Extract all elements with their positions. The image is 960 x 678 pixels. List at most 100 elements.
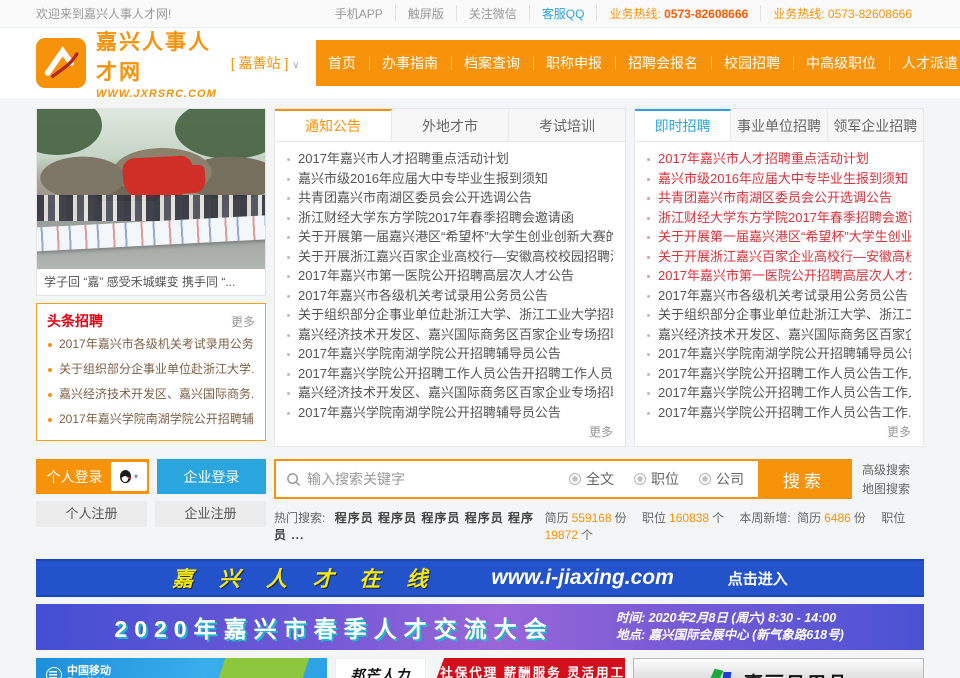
nav-item-archive-query[interactable]: 档案查询	[451, 56, 533, 70]
topbar-link-mobile-app[interactable]: 手机APP	[323, 5, 395, 22]
tab-instant-recruit[interactable]: 即时招聘	[635, 109, 731, 141]
topbar: 欢迎来到嘉兴人事人才网! 手机APP 触屏版 关注微信 客服QQ 业务热线: 0…	[0, 0, 960, 28]
headline-item[interactable]: 关于组织部分企事业单位赴浙江大学...	[47, 357, 255, 382]
notice-item[interactable]: 关于开展浙江嘉兴百家企业高校行—安徽高校校园招聘活动的通...	[287, 247, 613, 267]
site-name: 嘉兴人事人才网	[96, 26, 217, 86]
job-item[interactable]: 2017年嘉兴市各级机关考试录用公务员公告	[647, 286, 911, 306]
notice-item[interactable]: 嘉兴市级2016年应届大中专毕业生报到须知	[287, 169, 613, 189]
map-search-link[interactable]: 地图搜索	[862, 480, 924, 499]
headline-item[interactable]: 2017年嘉兴学院南湖学院公开招聘辅...	[47, 407, 255, 432]
main-nav: 首页 办事指南 档案查询 职称申报 招聘会报名 校园招聘 中高级职位 人才派遣 …	[316, 40, 960, 86]
job-item[interactable]: 2017年嘉兴学院公开招聘工作人员公告工作人员...	[647, 364, 911, 384]
notice-item[interactable]: 2017年嘉兴学院公开招聘工作人员公告开招聘工作人员公告开...	[287, 364, 613, 384]
banner-spring-jobfair[interactable]: 2020年嘉兴市春季人才交流大会 时间: 2020年2月8日 (周六) 8:30…	[36, 604, 924, 650]
ad-jialy[interactable]: JALY 嘉丽日用品	[633, 658, 924, 678]
ad-green-band	[189, 658, 312, 678]
site-url: WWW.JXRSRC.COM	[96, 88, 217, 100]
login-block: 个人登录 ▾ 企业登录 个人注册 企业注册	[36, 459, 266, 527]
enterprise-register-button[interactable]: 企业注册	[155, 501, 266, 527]
nav-item-dispatch[interactable]: 人才派遣	[889, 56, 960, 70]
job-item[interactable]: 共青团嘉兴市南湖区委员会公开选调公告	[647, 188, 911, 208]
advanced-search-link[interactable]: 高级搜索	[862, 461, 924, 480]
notice-item[interactable]: 关于开展第一届嘉兴港区“希望杯”大学生创业创新大赛的通知	[287, 227, 613, 247]
news-photo[interactable]	[37, 109, 265, 269]
jobs-card: 即时招聘 事业单位招聘 领军企业招聘 2017年嘉兴市人才招聘重点活动计划 嘉兴…	[634, 108, 924, 447]
search-button[interactable]: 搜索	[758, 461, 850, 497]
radio-company[interactable]: 公司	[699, 469, 744, 489]
topbar-link-touch-version[interactable]: 触屏版	[395, 5, 456, 22]
tab-exam-training[interactable]: 考试培训	[509, 109, 625, 141]
logo-figure-icon	[41, 43, 81, 83]
notice-item[interactable]: 2017年嘉兴学院南湖学院公开招聘辅导员公告	[287, 403, 613, 423]
notice-item[interactable]: 关于组织部分企事业单位赴浙江大学、浙江工业大学招聘人才的...	[287, 305, 613, 325]
job-item[interactable]: 嘉兴经济技术开发区、嘉兴国际商务区百家企业专...	[647, 325, 911, 345]
nav-item-guide[interactable]: 办事指南	[369, 56, 451, 70]
tab-notices[interactable]: 通知公告	[275, 109, 392, 141]
banner-jiaxing-talent-online[interactable]: 嘉 兴 人 才 在 线 www.i-jiaxing.com 点击进入	[36, 559, 924, 597]
qq-login-dropdown[interactable]: ▾	[111, 462, 147, 491]
china-mobile-logo-icon	[46, 667, 62, 678]
hot-search: 热门搜索: 程序员 程序员 程序员 程序员 程序员 ...	[274, 509, 542, 543]
job-item[interactable]: 2017年嘉兴学院公开招聘工作人员公告工作...	[647, 403, 911, 423]
site-logo-icon[interactable]	[36, 38, 86, 88]
personal-register-button[interactable]: 个人注册	[36, 501, 147, 527]
notices-more-link[interactable]: 更多	[589, 425, 613, 439]
notice-item[interactable]: 共青团嘉兴市南湖区委员会公开选调公告	[287, 188, 613, 208]
site-identity[interactable]: 嘉兴人事人才网 WWW.JXRSRC.COM	[96, 26, 217, 100]
headline-more-link[interactable]: 更多	[231, 313, 255, 330]
tab-public-institution[interactable]: 事业单位招聘	[731, 109, 827, 141]
job-item[interactable]: 2017年嘉兴市人才招聘重点活动计划	[647, 149, 911, 169]
ad-china-mobile[interactable]: 中国移动 China Mobile 季度会员 移动花卡	[36, 658, 327, 678]
hot-search-label: 热门搜索:	[274, 511, 325, 525]
personal-login-button[interactable]: 个人登录 ▾	[36, 459, 149, 494]
notice-item[interactable]: 2017年嘉兴学院南湖学院公开招聘辅导员公告	[287, 344, 613, 364]
headline-item[interactable]: 2017年嘉兴市各级机关考试录用公务...	[47, 332, 255, 357]
notice-item[interactable]: 2017年嘉兴市第一医院公开招聘高层次人才公告	[287, 266, 613, 286]
notice-item[interactable]: 2017年嘉兴市人才招聘重点活动计划	[287, 149, 613, 169]
tab-outside-talent[interactable]: 外地才市	[392, 109, 509, 141]
hotline-primary: 业务热线: 0573-82608666	[596, 5, 760, 22]
job-item[interactable]: 关于开展浙江嘉兴百家企业高校行—安徽高校校园...	[647, 247, 911, 267]
nav-item-jobfair-signup[interactable]: 招聘会报名	[615, 56, 711, 70]
headline-item[interactable]: 嘉兴经济技术开发区、嘉兴国际商务...	[47, 382, 255, 407]
job-item[interactable]: 浙江财经大学东方学院2017年春季招聘会邀请函	[647, 208, 911, 228]
notice-item[interactable]: 嘉兴经济技术开发区、嘉兴国际商务区百家企业专场招聘会公告	[287, 383, 613, 403]
notice-item[interactable]: 2017年嘉兴市各级机关考试录用公务员公告	[287, 286, 613, 306]
nav-item-title-declare[interactable]: 职称申报	[533, 56, 615, 70]
job-item[interactable]: 2017年嘉兴学院南湖学院公开招聘辅导员公告	[647, 344, 911, 364]
topbar-link-wechat[interactable]: 关注微信	[456, 5, 529, 22]
jobs-more-link[interactable]: 更多	[887, 425, 911, 439]
hotline-secondary: 业务热线: 0573-82608666	[760, 5, 924, 22]
station-selector[interactable]: [ 嘉善站 ] ∨	[231, 53, 300, 73]
news-photo-card[interactable]: 学子回 “嘉” 感受禾城蝶变 携手同 “...	[36, 108, 266, 296]
radio-fulltext[interactable]: 全文	[569, 469, 614, 489]
tab-leading-enterprise[interactable]: 领军企业招聘	[828, 109, 923, 141]
topbar-link-qq-service[interactable]: 客服QQ	[529, 5, 597, 22]
site-stats: 简历559168份 职位160838个 本周新增: 简历6486份 职位1987…	[542, 509, 924, 543]
photo-red-sculpture-shape	[122, 155, 194, 199]
nav-item-senior-jobs[interactable]: 中高级职位	[793, 56, 889, 70]
search-input[interactable]	[307, 471, 569, 487]
notices-card: 通知公告 外地才市 考试培训 2017年嘉兴市人才招聘重点活动计划 嘉兴市级20…	[274, 108, 626, 447]
enterprise-login-button[interactable]: 企业登录	[157, 459, 266, 494]
notice-item[interactable]: 嘉兴经济技术开发区、嘉兴国际商务区百家企业专场招聘会公告	[287, 325, 613, 345]
headline-recruit-box: 头条招聘 更多 2017年嘉兴市各级机关考试录用公务... 关于组织部分企事业单…	[36, 303, 266, 441]
jobfair-time: 时间: 2020年2月8日 (周六) 8:30 - 14:00	[616, 610, 908, 627]
chevron-down-icon: ∨	[292, 60, 299, 71]
chevron-down-icon: ▾	[134, 472, 138, 481]
nav-item-home[interactable]: 首页	[316, 56, 369, 70]
job-item[interactable]: 2017年嘉兴市第一医院公开招聘高层次人才公告	[647, 266, 911, 286]
radio-position[interactable]: 职位	[634, 469, 679, 489]
header: 嘉兴人事人才网 WWW.JXRSRC.COM [ 嘉善站 ] ∨ 首页 办事指南…	[0, 28, 960, 98]
job-item[interactable]: 嘉兴市级2016年应届大中专毕业生报到须知	[647, 169, 911, 189]
ad-bangmang-hr[interactable]: 邦芒人力 50bm.com 社保代理 薪酬服务 灵活用工 业务外包 人事代理 求…	[335, 658, 626, 678]
job-item[interactable]: 关于组织部分企事业单位赴浙江大学、浙江工业大...	[647, 305, 911, 325]
radio-circle-icon	[699, 473, 711, 485]
nav-item-campus[interactable]: 校园招聘	[711, 56, 793, 70]
job-item[interactable]: 2017年嘉兴学院公开招聘工作人员公告工作人员...	[647, 383, 911, 403]
radio-circle-icon	[634, 473, 646, 485]
job-item[interactable]: 关于开展第一届嘉兴港区“希望杯”大学生创业创...	[647, 227, 911, 247]
search-bar: 全文 职位 公司 搜索	[274, 459, 852, 499]
notice-item[interactable]: 浙江财经大学东方学院2017年春季招聘会邀请函	[287, 208, 613, 228]
photo-caption[interactable]: 学子回 “嘉” 感受禾城蝶变 携手同 “...	[37, 269, 265, 295]
